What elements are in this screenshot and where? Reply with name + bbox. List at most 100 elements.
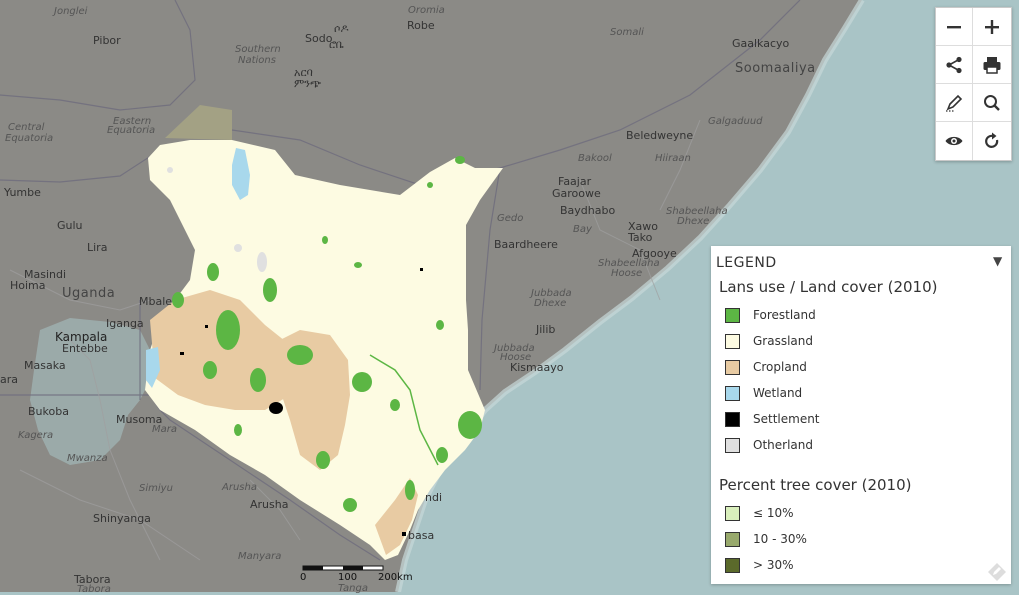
place-label-somali: Somali: [610, 27, 644, 38]
place-label-kismaayo: Kismaayo: [510, 361, 564, 374]
place-label-garoowe: Garoowe: [552, 187, 601, 200]
place-label-galgaduud: Galgaduud: [708, 116, 763, 127]
place-label-soomaaliya: Soomaaliya: [735, 61, 816, 76]
zoom-out-button[interactable]: [936, 8, 973, 46]
place-label-hoose: Hoose: [611, 268, 643, 279]
legend-collapse-toggle[interactable]: ▼: [993, 254, 1002, 268]
place-label-simiyu: Simiyu: [139, 483, 173, 494]
place-label-beledweyne: Beledweyne: [626, 129, 694, 142]
legend-item-grassland: Grassland: [725, 333, 813, 349]
place-label-ara: ara: [0, 373, 19, 386]
place-label-pibor: Pibor: [93, 34, 121, 47]
place-label-uganda: Uganda: [62, 286, 116, 301]
tree-mid-swatch: [725, 531, 740, 547]
tree-cover-section-title: Percent tree cover (2010): [719, 476, 912, 494]
place-label-equatoria: Equatoria: [5, 133, 54, 144]
plus-icon: [985, 19, 999, 34]
forestland-swatch: [725, 307, 740, 323]
place-label-tako: Tako: [628, 231, 653, 244]
print-icon: [983, 56, 1001, 74]
pencil-icon: [946, 94, 963, 112]
eye-icon: [945, 136, 963, 146]
reset-button[interactable]: [973, 122, 1011, 160]
place-label-iganga: Iganga: [106, 317, 144, 330]
place-label-dhexe: Dhexe: [534, 298, 567, 309]
map-toolbar: [935, 7, 1012, 161]
place-label-mwanza: Mwanza: [67, 453, 108, 464]
otherland-swatch: [725, 437, 740, 453]
place-label-mbale: Mbale: [139, 295, 173, 308]
place-label-yumbe: Yumbe: [4, 186, 41, 199]
legend-item-tree-high: > 30%: [725, 557, 794, 573]
place-label-arusha: Arusha: [250, 498, 289, 511]
place-label-nations: Nations: [238, 55, 276, 66]
legend-item-label: Otherland: [753, 438, 813, 452]
grassland-swatch: [725, 333, 740, 349]
place-label-hoima: Hoima: [10, 279, 46, 292]
place-label-tabora: Tabora: [77, 584, 111, 595]
place-label-hiiraan: Hiiraan: [655, 153, 691, 164]
legend-item-label: > 30%: [753, 558, 794, 572]
place-label-robe: Robe: [407, 19, 435, 32]
place-label-arusha: Arusha: [222, 482, 257, 493]
tree-low-swatch: [725, 505, 740, 521]
place-label-bay: Bay: [573, 224, 592, 235]
minus-icon: [947, 25, 961, 28]
search-icon: [984, 94, 1000, 111]
place-label-baydhabo: Baydhabo: [560, 204, 616, 217]
draw-button[interactable]: [936, 84, 973, 122]
search-button[interactable]: [973, 84, 1011, 122]
place-label-gulu: Gulu: [57, 219, 83, 232]
legend-item-label: 10 - 30%: [753, 532, 807, 546]
place-label-mara: Mara: [152, 424, 177, 435]
place-label-entebbe: Entebbe: [62, 342, 108, 355]
legend-item-tree-low: ≤ 10%: [725, 505, 794, 521]
legend-item-label: ≤ 10%: [753, 506, 794, 520]
place-label-shinyanga: Shinyanga: [93, 512, 151, 525]
place-label-equatoria: Equatoria: [107, 125, 156, 136]
place-label-gaalkacyo: Gaalkacyo: [732, 37, 790, 50]
place-label-bakool: Bakool: [578, 153, 612, 164]
legend-item-otherland: Otherland: [725, 437, 813, 453]
legend-item-cropland: Cropland: [725, 359, 807, 375]
place-label-: ምንጭ: [294, 77, 322, 90]
place-label-oromia: Oromia: [408, 5, 445, 16]
place-label-: ሶዶ: [334, 22, 349, 35]
place-label-bukoba: Bukoba: [28, 405, 69, 418]
legend-item-label: Forestland: [753, 308, 816, 322]
place-label-masaka: Masaka: [24, 359, 66, 372]
place-label-manyara: Manyara: [238, 551, 282, 562]
pencil-corner-icon: [988, 563, 1006, 581]
scale-label-0: 0: [300, 572, 307, 583]
place-label-jonglei: Jonglei: [54, 6, 88, 17]
place-label-central: Central: [8, 122, 45, 133]
place-label-southern: Southern: [235, 44, 281, 55]
zoom-in-button[interactable]: [973, 8, 1011, 46]
share-icon: [946, 56, 962, 73]
land-cover-section-title: Lans use / Land cover (2010): [719, 278, 938, 296]
legend-title: LEGEND: [716, 255, 777, 271]
scale-bar: 0 100 200km: [300, 562, 413, 588]
scale-label-200km: 200km: [378, 572, 413, 583]
legend-item-tree-mid: 10 - 30%: [725, 531, 807, 547]
legend-item-settlement: Settlement: [725, 411, 820, 427]
refresh-icon: [985, 132, 999, 148]
visibility-button[interactable]: [936, 122, 973, 160]
place-label-: ሮቤ: [329, 38, 344, 51]
legend-item-forestland: Forestland: [725, 307, 816, 323]
legend-item-label: Cropland: [753, 360, 807, 374]
legend-panel: LEGEND ▼ Lans use / Land cover (2010) Fo…: [711, 246, 1011, 584]
settlement-swatch: [725, 411, 740, 427]
wetland-swatch: [725, 385, 740, 401]
legend-item-label: Wetland: [753, 386, 803, 400]
place-label-basa: basa: [408, 529, 435, 542]
legend-item-label: Grassland: [753, 334, 813, 348]
legend-item-label: Settlement: [753, 412, 820, 426]
tree-high-swatch: [725, 557, 740, 573]
place-label-baardheere: Baardheere: [494, 238, 558, 251]
place-label-kagera: Kagera: [18, 430, 54, 441]
share-button[interactable]: [936, 46, 973, 84]
place-label-gedo: Gedo: [497, 213, 524, 224]
cropland-swatch: [725, 359, 740, 375]
print-button[interactable]: [973, 46, 1011, 84]
